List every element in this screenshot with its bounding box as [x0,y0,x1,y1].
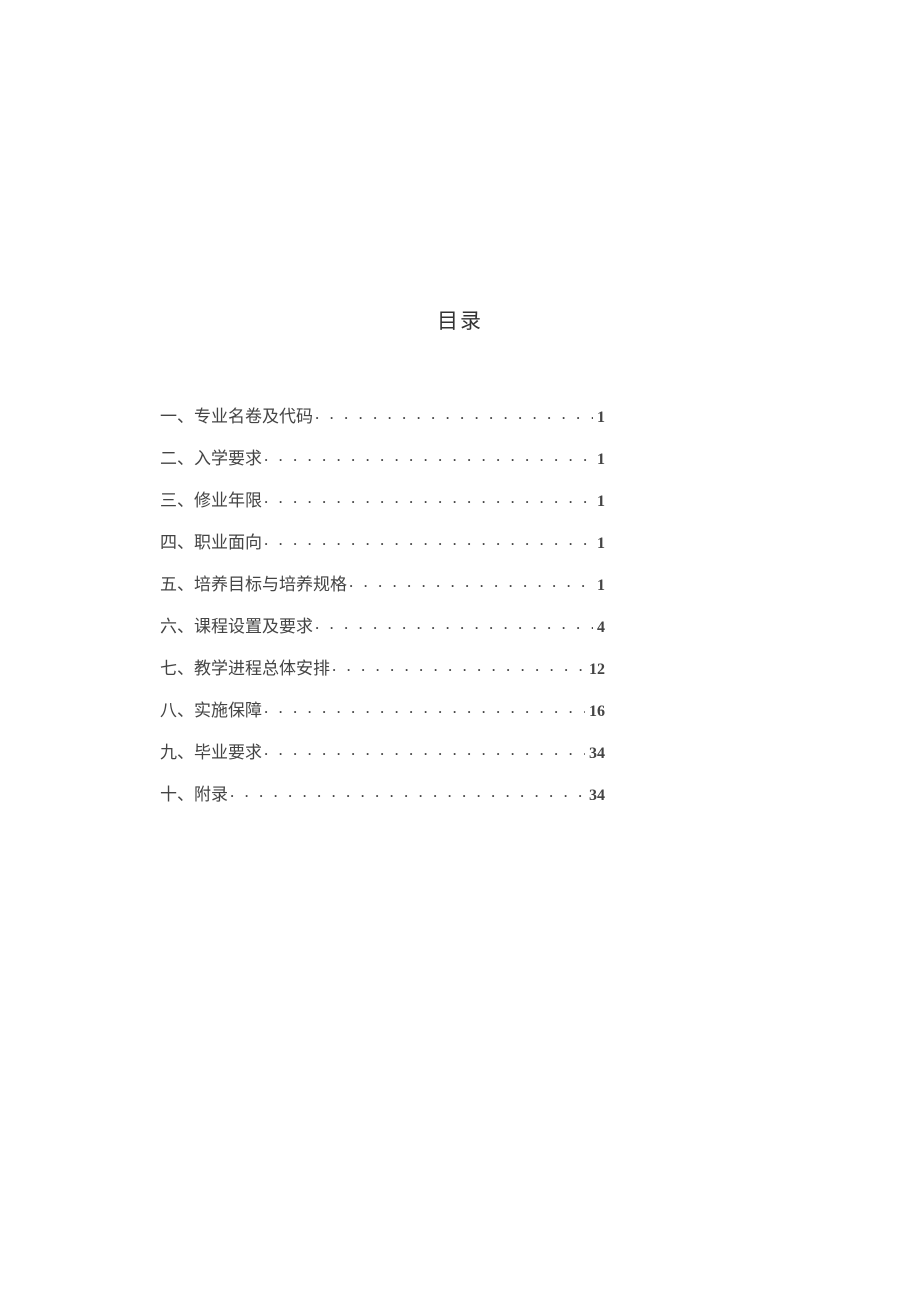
toc-entry: 十、附录 34 [160,783,605,804]
toc-entry-label: 六、课程设置及要求 [160,618,313,635]
toc-entry-page: 1 [593,494,605,510]
toc-entry-label: 九、毕业要求 [160,744,262,761]
toc-entry-page: 1 [593,452,605,468]
toc-entry-page: 34 [585,788,605,804]
toc-entry-page: 4 [593,620,605,636]
toc-list: 一、专业名卷及代码 1 二、入学要求 1 三、修业年限 1 四、职业面向 1 五… [160,405,605,804]
toc-entry: 一、专业名卷及代码 1 [160,405,605,426]
page-container: 目录 一、专业名卷及代码 1 二、入学要求 1 三、修业年限 1 四、职业面向 … [0,0,920,804]
toc-entry-page: 1 [593,410,605,426]
toc-leader [262,489,593,506]
toc-leader [262,741,585,758]
toc-leader [347,573,593,590]
toc-entry-label: 四、职业面向 [160,534,262,551]
toc-entry: 六、课程设置及要求 4 [160,615,605,636]
toc-entry: 三、修业年限 1 [160,489,605,510]
toc-leader [330,657,585,674]
toc-entry-page: 1 [593,578,605,594]
toc-entry: 二、入学要求 1 [160,447,605,468]
toc-entry-label: 三、修业年限 [160,492,262,509]
toc-leader [313,615,593,632]
toc-entry-label: 七、教学进程总体安排 [160,660,330,677]
toc-entry-page: 16 [585,704,605,720]
toc-leader [313,405,593,422]
toc-entry: 五、培养目标与培养规格 1 [160,573,605,594]
toc-entry-label: 二、入学要求 [160,450,262,467]
toc-entry: 九、毕业要求 34 [160,741,605,762]
toc-entry-page: 12 [585,662,605,678]
toc-title: 目录 [160,305,760,335]
toc-entry-page: 1 [593,536,605,552]
toc-leader [262,447,593,464]
toc-entry-label: 八、实施保障 [160,702,262,719]
toc-entry: 七、教学进程总体安排 12 [160,657,605,678]
toc-entry-label: 十、附录 [160,786,228,803]
toc-leader [262,531,593,548]
toc-entry: 八、实施保障 16 [160,699,605,720]
toc-entry: 四、职业面向 1 [160,531,605,552]
toc-entry-label: 五、培养目标与培养规格 [160,576,347,593]
toc-leader [262,699,585,716]
toc-entry-page: 34 [585,746,605,762]
toc-leader [228,783,585,800]
toc-entry-label: 一、专业名卷及代码 [160,408,313,425]
